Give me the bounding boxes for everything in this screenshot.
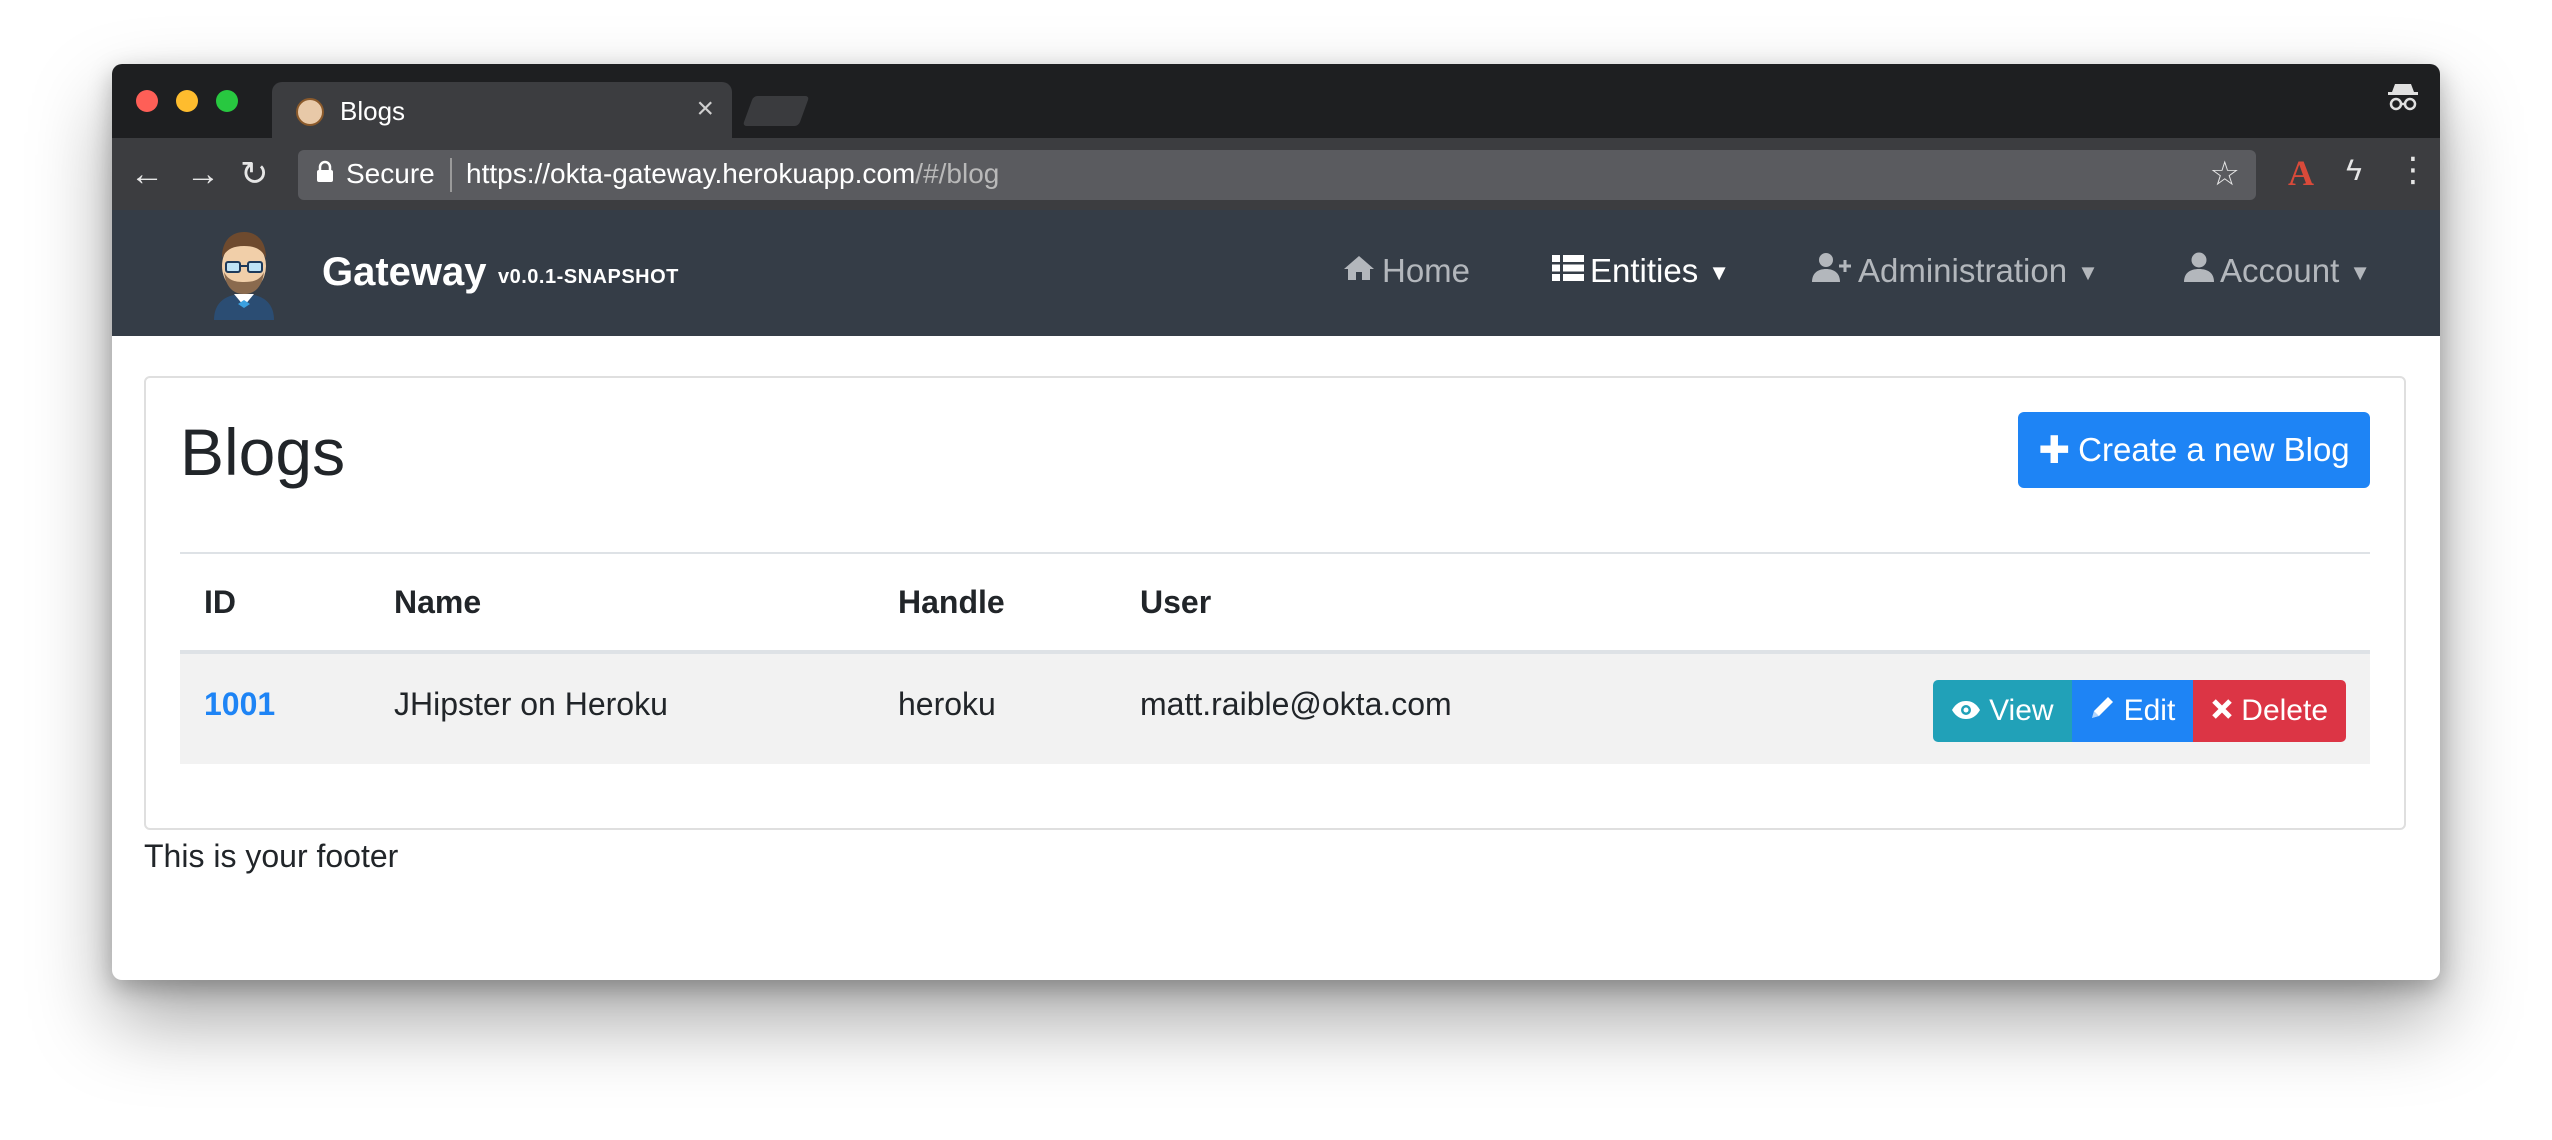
url-text[interactable]: https://okta-gateway.herokuapp.com/#/blo… (466, 158, 999, 190)
new-tab-button[interactable] (742, 96, 810, 126)
nav-account-label: Account (2220, 252, 2340, 289)
browser-window: Blogs × ← → ↻ Secure https://okta-gatewa… (112, 64, 2440, 980)
address-bar[interactable]: Secure https://okta-gateway.herokuapp.co… (298, 150, 2256, 200)
pencil-icon (2090, 694, 2116, 728)
chevron-down-icon: ▼ (2077, 260, 2099, 286)
app-navbar: Gateway v0.0.1-SNAPSHOT Home Entities ▼ A… (112, 210, 2440, 336)
create-blog-button[interactable]: ✚ Create a new Blog (2018, 412, 2370, 488)
eye-icon (1951, 694, 1981, 728)
row-actions: View Edit Delete (1933, 680, 2346, 742)
star-icon[interactable]: ☆ (2210, 154, 2240, 194)
zoom-window-button[interactable] (216, 90, 238, 112)
minimize-window-button[interactable] (176, 90, 198, 112)
delete-label: Delete (2241, 694, 2328, 727)
blog-handle: heroku (898, 686, 996, 722)
user-plus-icon (1812, 252, 1852, 290)
reload-icon[interactable]: ↻ (240, 154, 269, 194)
blog-name: JHipster on Heroku (394, 686, 668, 722)
acrobat-icon[interactable]: A (2288, 152, 2314, 194)
user-icon (2184, 252, 2214, 290)
brand-name[interactable]: Gateway (322, 250, 487, 295)
lock-icon (316, 160, 334, 191)
tab-bar: Blogs × (112, 64, 2440, 138)
nav-home-label: Home (1382, 252, 1471, 289)
close-window-button[interactable] (136, 90, 158, 112)
content-card: Blogs ✚ Create a new Blog ID Name Handle … (144, 376, 2406, 830)
nav-entities[interactable]: Entities ▼ (1552, 252, 1730, 290)
url-separator (450, 158, 452, 192)
chevron-down-icon: ▼ (1708, 260, 1730, 286)
jhipster-logo[interactable] (204, 228, 284, 320)
brand-version: v0.0.1-SNAPSHOT (498, 266, 679, 288)
column-header-name[interactable]: Name (394, 584, 481, 621)
blogs-table: ID Name Handle User 1001 JHipster on Her… (180, 554, 2370, 764)
view-button[interactable]: View (1933, 680, 2072, 742)
view-label: View (1989, 694, 2054, 727)
chevron-down-icon: ▼ (2349, 260, 2372, 286)
create-blog-label: Create a new Blog (2078, 431, 2350, 468)
forward-icon[interactable]: → (186, 154, 220, 194)
favicon-icon (296, 98, 324, 126)
nav-administration-label: Administration (1858, 252, 2068, 289)
close-icon (2211, 694, 2233, 728)
back-icon[interactable]: ← (130, 154, 164, 194)
tab-title: Blogs (340, 96, 406, 126)
incognito-icon (2386, 82, 2420, 121)
browser-tab[interactable]: Blogs × (272, 82, 732, 138)
nav-entities-label: Entities (1590, 252, 1699, 289)
secure-label: Secure (346, 158, 435, 189)
nav-administration[interactable]: Administration ▼ (1812, 252, 2099, 290)
tab-close-icon[interactable]: × (696, 92, 714, 126)
column-header-id[interactable]: ID (204, 584, 236, 621)
home-icon (1342, 252, 1376, 290)
nav-home[interactable]: Home (1342, 252, 1470, 290)
page-footer: This is your footer (144, 838, 399, 874)
plus-icon: ✚ (2038, 429, 2071, 472)
bolt-icon[interactable]: ϟ (2346, 154, 2362, 188)
table-row: 1001 JHipster on Heroku heroku matt.raib… (180, 654, 2370, 764)
browser-toolbar: ← → ↻ Secure https://okta-gateway.heroku… (112, 138, 2440, 210)
edit-button[interactable]: Edit (2071, 680, 2194, 742)
th-list-icon (1552, 252, 1584, 290)
blog-user: matt.raible@okta.com (1140, 686, 1452, 722)
column-header-handle[interactable]: Handle (898, 584, 1005, 621)
column-header-user[interactable]: User (1140, 584, 1211, 621)
table-header: ID Name Handle User (180, 554, 2370, 654)
blog-id-link[interactable]: 1001 (204, 686, 275, 723)
nav-account[interactable]: Account ▼ (2184, 252, 2371, 290)
more-vert-icon[interactable]: ⋮ (2396, 150, 2430, 190)
delete-button[interactable]: Delete (2193, 680, 2346, 742)
page-title: Blogs (180, 415, 346, 489)
edit-label: Edit (2123, 694, 2176, 727)
